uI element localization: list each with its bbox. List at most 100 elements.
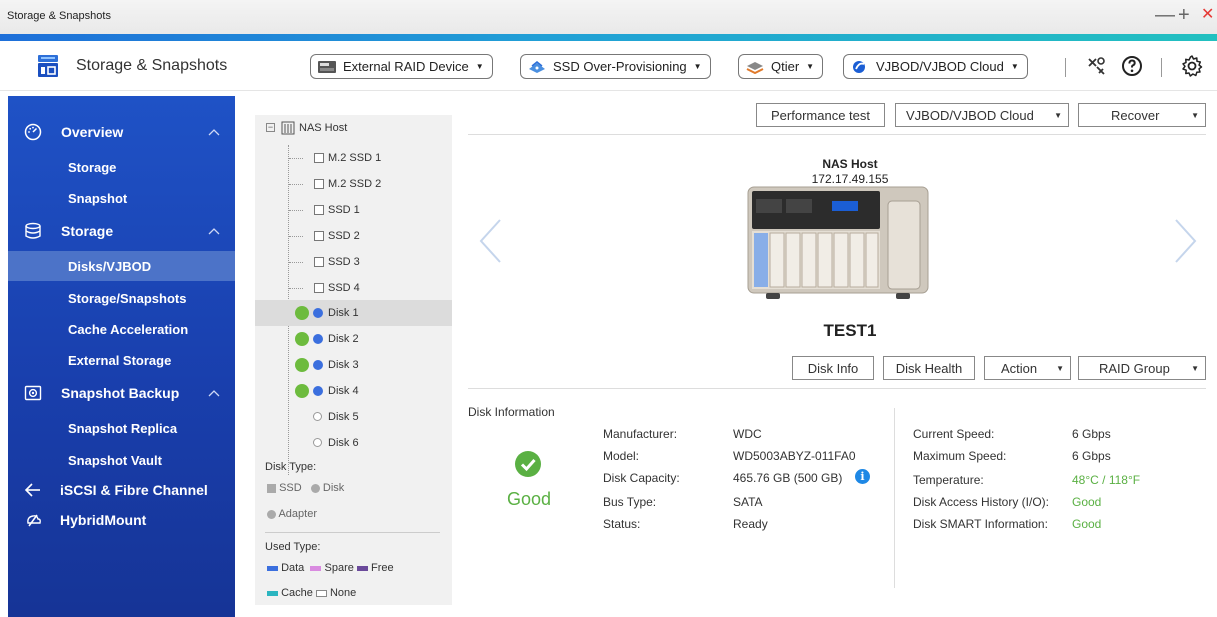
ssd-overprovisioning-button[interactable]: SSD Over-Provisioning ▼ [520,54,711,79]
chevron-down-icon: ▼ [806,62,815,71]
sidebar-group-label: Storage [61,223,114,239]
sidebar-item-disks-vjbod[interactable]: Disks/VJBOD [8,251,235,281]
checkbox[interactable] [314,231,324,241]
tree-node-selected[interactable]: Disk 1 [255,300,452,326]
header-divider [1161,58,1162,77]
sidebar-group-label: iSCSI & Fibre Channel [60,482,208,498]
data-disk-dot-icon [313,334,323,344]
legend-ssd-label: SSD [279,482,302,494]
tree-node[interactable]: SSD 4 [255,275,452,301]
accent-bar [0,34,1217,41]
chevron-left-icon[interactable] [478,218,504,264]
checkbox[interactable] [314,283,324,293]
chevron-up-icon[interactable] [208,227,220,235]
tree-node[interactable]: SSD 3 [255,249,452,275]
sidebar-item-label: Disks/VJBOD [68,258,152,274]
chevron-down-icon: ▼ [1056,363,1064,373]
sidebar-group-snapshot-backup[interactable]: Snapshot Backup [8,378,235,408]
help-icon[interactable] [1120,54,1144,78]
tree-node[interactable]: Disk 2 [255,326,452,352]
check-ok-icon [295,306,309,320]
checkbox[interactable] [314,257,324,267]
storage-app-icon [38,55,58,77]
disk-health-button[interactable]: Disk Health [883,356,975,380]
field-label: Status: [603,517,641,531]
field-label: Current Speed: [913,427,995,441]
raid-group-dropdown[interactable]: RAID Group ▼ [1078,356,1206,380]
vjbod-cloud-label: VJBOD/VJBOD Cloud [876,59,1004,74]
nas-host-title: NAS Host [822,157,878,171]
field-value: Ready [733,517,768,531]
app-header: Storage & Snapshots External RAID Device… [0,41,1217,91]
legend-divider [265,532,440,533]
overview-icon [24,123,42,141]
chevron-up-icon[interactable] [208,389,220,397]
sidebar-group-hybridmount[interactable]: HybridMount [8,505,235,535]
vjbod-cloud-dropdown[interactable]: VJBOD/VJBOD Cloud ▼ [895,103,1069,127]
tree-node[interactable]: Disk 4 [255,378,452,404]
disk-tree-panel: − NAS Host M.2 SSD 1 M.2 SSD 2 SSD 1 SSD… [255,115,452,605]
field-label: Manufacturer: [603,427,678,441]
tree-root[interactable]: − NAS Host [255,115,452,141]
qtier-button[interactable]: Qtier ▼ [738,54,824,79]
info-icon[interactable]: i [855,469,870,484]
maximize-icon[interactable]: + [1178,5,1190,25]
recover-label: Recover [1111,107,1160,123]
chevron-up-icon[interactable] [208,128,220,136]
sidebar-item-snapshot-replica[interactable]: Snapshot Replica [8,413,235,443]
chevron-down-icon: ▼ [693,62,702,71]
field-value: 465.76 GB (500 GB) [733,471,843,485]
action-dropdown[interactable]: Action ▼ [984,356,1071,380]
tree-node[interactable]: Disk 3 [255,352,452,378]
tree-node-label: SSD 2 [328,230,360,242]
tree-root-label: NAS Host [299,122,348,134]
collapse-icon[interactable]: − [266,123,275,132]
sidebar-item-label: Snapshot [68,190,128,206]
checkbox[interactable] [314,153,324,163]
sidebar-group-overview[interactable]: Overview [8,117,235,147]
sidebar-item-storage-overview[interactable]: Storage [8,152,235,182]
sidebar-group-storage[interactable]: Storage [8,216,235,246]
recover-dropdown[interactable]: Recover ▼ [1078,103,1206,127]
checkbox[interactable] [314,205,324,215]
disk-swatch-icon [310,483,320,493]
tree-node[interactable]: Disk 6 [255,430,452,456]
tree-node-label: M.2 SSD 1 [328,152,382,164]
sidebar-item-storage-snapshots[interactable]: Storage/Snapshots [8,283,235,313]
tree-node[interactable]: Disk 5 [255,404,452,430]
sidebar-group-iscsi[interactable]: iSCSI & Fibre Channel [8,475,235,505]
field-value: SATA [733,495,763,509]
sidebar-item-cache-acceleration[interactable]: Cache Acceleration [8,314,235,344]
field-label: Bus Type: [603,495,657,509]
legend-adapter-label: Adapter [278,508,317,520]
minimize-icon[interactable]: — [1155,5,1175,25]
tools-icon[interactable] [1084,54,1108,78]
external-raid-button[interactable]: External RAID Device ▼ [310,54,493,79]
sidebar-item-label: External Storage [68,352,172,368]
field-label: Disk SMART Information: [913,517,1048,531]
performance-test-button[interactable]: Performance test [756,103,885,127]
ssd-overprovisioning-icon [529,60,545,73]
tree-node[interactable]: M.2 SSD 2 [255,171,452,197]
disk-info-button[interactable]: Disk Info [792,356,874,380]
sidebar-item-external-storage[interactable]: External Storage [8,345,235,375]
tree-node[interactable]: SSD 2 [255,223,452,249]
field-label: Temperature: [913,473,984,487]
nas-device-image[interactable] [746,185,930,303]
tree-node[interactable]: SSD 1 [255,197,452,223]
sidebar-item-snapshot[interactable]: Snapshot [8,183,235,213]
tree-node[interactable]: M.2 SSD 1 [255,145,452,171]
field-value-good: 48°C / 118°F [1072,473,1141,487]
vjbod-cloud-button[interactable]: VJBOD/VJBOD Cloud ▼ [843,54,1028,79]
field-value: WD5003ABYZ-011FA0 [733,449,856,463]
checkbox[interactable] [314,179,324,189]
nas-host-icon [281,121,295,135]
legend-free-label: Free [370,562,394,574]
chevron-right-icon[interactable] [1172,218,1198,264]
close-icon[interactable]: ✕ [1201,5,1214,25]
performance-test-label: Performance test [771,107,870,123]
sidebar-item-snapshot-vault[interactable]: Snapshot Vault [8,445,235,475]
field-label: Disk Access History (I/O): [913,495,1050,509]
spare-swatch-icon [310,565,322,571]
settings-icon[interactable] [1180,54,1204,78]
